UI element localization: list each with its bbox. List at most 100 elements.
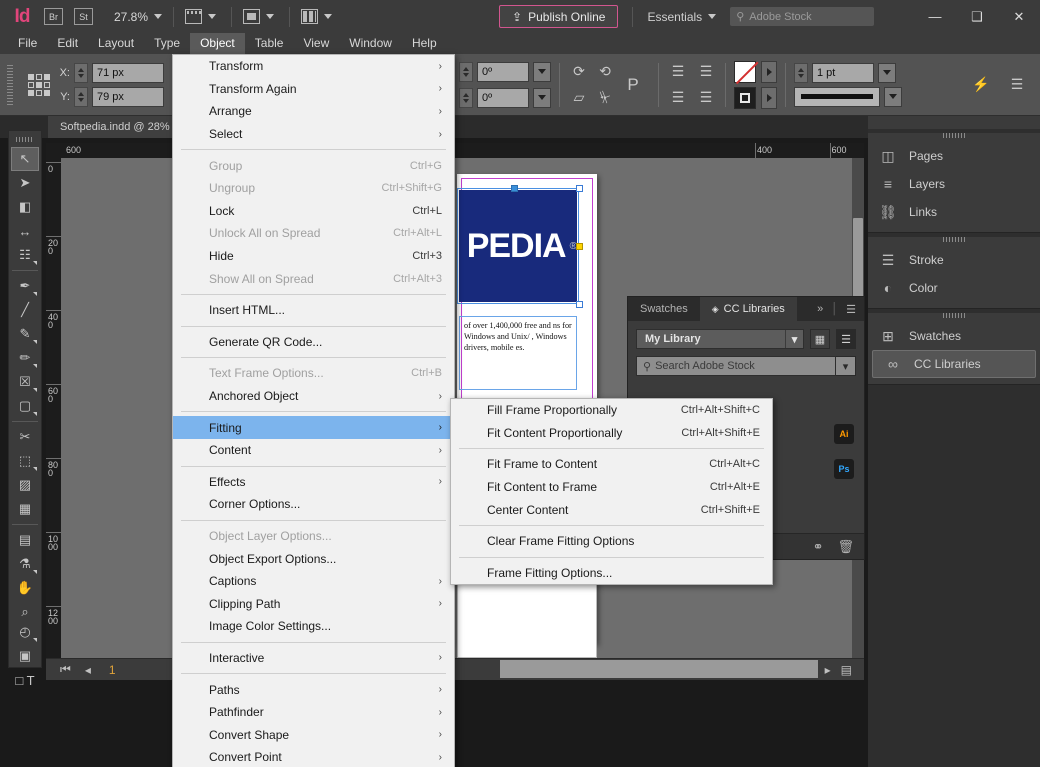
menu-item-object-export-options[interactable]: Object Export Options... — [173, 547, 454, 570]
scissors-tool[interactable]: ✂ — [11, 425, 39, 449]
fill-swatch[interactable] — [734, 60, 756, 83]
menu-item-fit-content-proportionally[interactable]: Fit Content Proportionally Ctrl+Alt+Shift… — [451, 422, 772, 445]
menu-item-corner-options[interactable]: Corner Options... — [173, 493, 454, 516]
menubar-item-type[interactable]: Type — [144, 33, 190, 54]
fill-stroke-swatch[interactable]: ◴ — [11, 620, 39, 644]
view-options-button[interactable] — [243, 9, 275, 24]
gap-tool[interactable]: ↔ — [11, 219, 39, 243]
rotate-ccw-icon[interactable]: ⟲ — [594, 61, 616, 83]
menubar-item-window[interactable]: Window — [339, 33, 402, 54]
photoshop-badge-icon[interactable]: Ps — [834, 459, 854, 479]
publish-online-button[interactable]: ⇪ Publish Online — [499, 5, 619, 28]
eyedropper-tool[interactable]: ⚗ — [11, 552, 39, 576]
stroke-swatch[interactable] — [734, 86, 756, 109]
selection-tool[interactable]: ↖ — [11, 147, 39, 171]
menu-item-clipping-path[interactable]: Clipping Path › — [173, 592, 454, 615]
stroke-style-dropdown[interactable] — [884, 86, 902, 107]
panel-menu-icon[interactable]: ☰ — [1006, 74, 1028, 96]
content-collector-tool[interactable]: ☷ — [11, 243, 39, 267]
menu-item-anchored-object[interactable]: Anchored Object › — [173, 385, 454, 408]
reference-point-selector[interactable] — [28, 73, 50, 96]
quick-apply-icon[interactable]: ⚡ — [970, 74, 992, 96]
selection-handle-top-right[interactable] — [576, 185, 583, 192]
menu-item-fitting[interactable]: Fitting › — [173, 416, 454, 439]
horizontal-ruler[interactable]: 60040060080010001200140 — [46, 143, 864, 158]
horizontal-scrollbar[interactable] — [500, 660, 818, 678]
workspace-selector[interactable]: Essentials — [647, 10, 717, 24]
close-button[interactable]: ✕ — [998, 0, 1040, 33]
x-stepper[interactable] — [74, 62, 88, 83]
menu-item-image-color-settings[interactable]: Image Color Settings... — [173, 615, 454, 638]
spread-view-icon[interactable]: ▤ — [841, 663, 852, 677]
menubar-item-help[interactable]: Help — [402, 33, 447, 54]
creative-cloud-icon[interactable]: ⚭ — [813, 539, 824, 555]
flip-vertical-icon[interactable]: ⏧ — [594, 87, 616, 109]
zoom-level[interactable]: 27.8% — [114, 10, 148, 24]
align-top-icon[interactable]: ☰ — [667, 61, 689, 83]
illustrator-badge-icon[interactable]: Ai — [834, 424, 854, 444]
menu-item-convert-point[interactable]: Convert Point › — [173, 746, 454, 767]
menubar-item-edit[interactable]: Edit — [47, 33, 88, 54]
panel-menu-icon[interactable]: ☰ — [846, 303, 856, 316]
grid-view-icon[interactable]: ▦ — [810, 329, 830, 349]
dock-item-cc-libraries[interactable]: ∞ CC Libraries — [872, 350, 1036, 378]
menu-item-fill-frame-proportionally[interactable]: Fill Frame Proportionally Ctrl+Alt+Shift+… — [451, 399, 772, 422]
menu-item-frame-fitting-options[interactable]: Frame Fitting Options... — [451, 562, 772, 585]
dock-group-grip[interactable] — [943, 313, 965, 318]
menubar-item-view[interactable]: View — [293, 33, 339, 54]
gradient-swatch-tool[interactable]: ▨ — [11, 473, 39, 497]
menu-item-paths[interactable]: Paths › — [173, 678, 454, 701]
toolbox-grip[interactable] — [16, 137, 34, 142]
adobe-stock-search[interactable]: ⚲ Adobe Stock — [730, 7, 875, 26]
vertical-ruler[interactable]: 0 200 400 600 800 1000 1200 — [46, 158, 61, 658]
align-bottom-icon[interactable]: ☰ — [667, 87, 689, 109]
stock-search-input[interactable]: ⚲ Search Adobe Stock — [636, 356, 836, 376]
type-tool[interactable]: ✎ — [11, 322, 39, 346]
menu-item-transform-again[interactable]: Transform Again › — [173, 78, 454, 101]
direct-selection-tool[interactable]: ➤ — [11, 171, 39, 195]
menu-item-center-content[interactable]: Center Content Ctrl+Shift+E — [451, 498, 772, 521]
menubar-item-layout[interactable]: Layout — [88, 33, 144, 54]
menu-item-hide[interactable]: Hide Ctrl+3 — [173, 245, 454, 268]
pencil-tool[interactable]: ✏ — [11, 346, 39, 370]
note-tool[interactable]: ▤ — [11, 528, 39, 552]
align-left-icon[interactable]: ☰ — [695, 61, 717, 83]
menubar-item-file[interactable]: File — [8, 33, 47, 54]
previous-page-icon[interactable]: ◂ — [85, 663, 91, 677]
library-selector[interactable]: My Library ▾ — [636, 329, 804, 349]
dock-item-color[interactable]: ◐ Color — [868, 274, 1040, 302]
menu-item-select[interactable]: Select › — [173, 123, 454, 146]
menu-item-captions[interactable]: Captions › — [173, 570, 454, 593]
menu-item-transform[interactable]: Transform › — [173, 55, 454, 78]
dock-item-pages[interactable]: ◫ Pages — [868, 142, 1040, 170]
selection-handle-bottom-right[interactable] — [576, 301, 583, 308]
rectangle-tool[interactable]: ▢ — [11, 394, 39, 418]
pen-tool[interactable]: ✒ — [11, 274, 39, 298]
dock-item-layers[interactable]: ≡ Layers — [868, 170, 1040, 198]
overflow-icon[interactable]: » — [817, 303, 823, 315]
bridge-button[interactable]: Br — [44, 8, 63, 25]
hand-tool[interactable]: ✋ — [11, 576, 39, 600]
document-tab[interactable]: Softpedia.indd @ 28% — [48, 116, 182, 138]
first-page-icon[interactable]: ⏮ — [60, 662, 71, 677]
tab-swatches[interactable]: Swatches — [628, 297, 700, 321]
stroke-weight-dropdown[interactable] — [878, 62, 896, 83]
list-view-icon[interactable]: ☰ — [836, 329, 856, 349]
stock-button[interactable]: St — [74, 8, 93, 25]
page-tool[interactable]: ◧ — [11, 195, 39, 219]
menu-item-insert-html[interactable]: Insert HTML... — [173, 299, 454, 322]
screen-mode-button[interactable] — [185, 9, 217, 24]
selection-handle-top[interactable] — [511, 185, 518, 192]
minimize-button[interactable]: — — [914, 0, 956, 33]
dock-item-swatches[interactable]: ⊞ Swatches — [868, 322, 1040, 350]
dock-item-stroke[interactable]: ☰ Stroke — [868, 246, 1040, 274]
dock-item-links[interactable]: ⛓ Links — [868, 198, 1040, 226]
fill-dropdown[interactable] — [761, 60, 777, 83]
selection-frame[interactable] — [457, 185, 583, 308]
menubar-item-table[interactable]: Table — [245, 33, 294, 54]
menu-item-arrange[interactable]: Arrange › — [173, 100, 454, 123]
stroke-weight-input[interactable]: 1 pt — [812, 62, 874, 83]
trash-icon[interactable]: 🗑 — [837, 539, 854, 555]
menu-item-generate-qr-code[interactable]: Generate QR Code... — [173, 331, 454, 354]
maximize-button[interactable]: ❑ — [956, 0, 998, 33]
